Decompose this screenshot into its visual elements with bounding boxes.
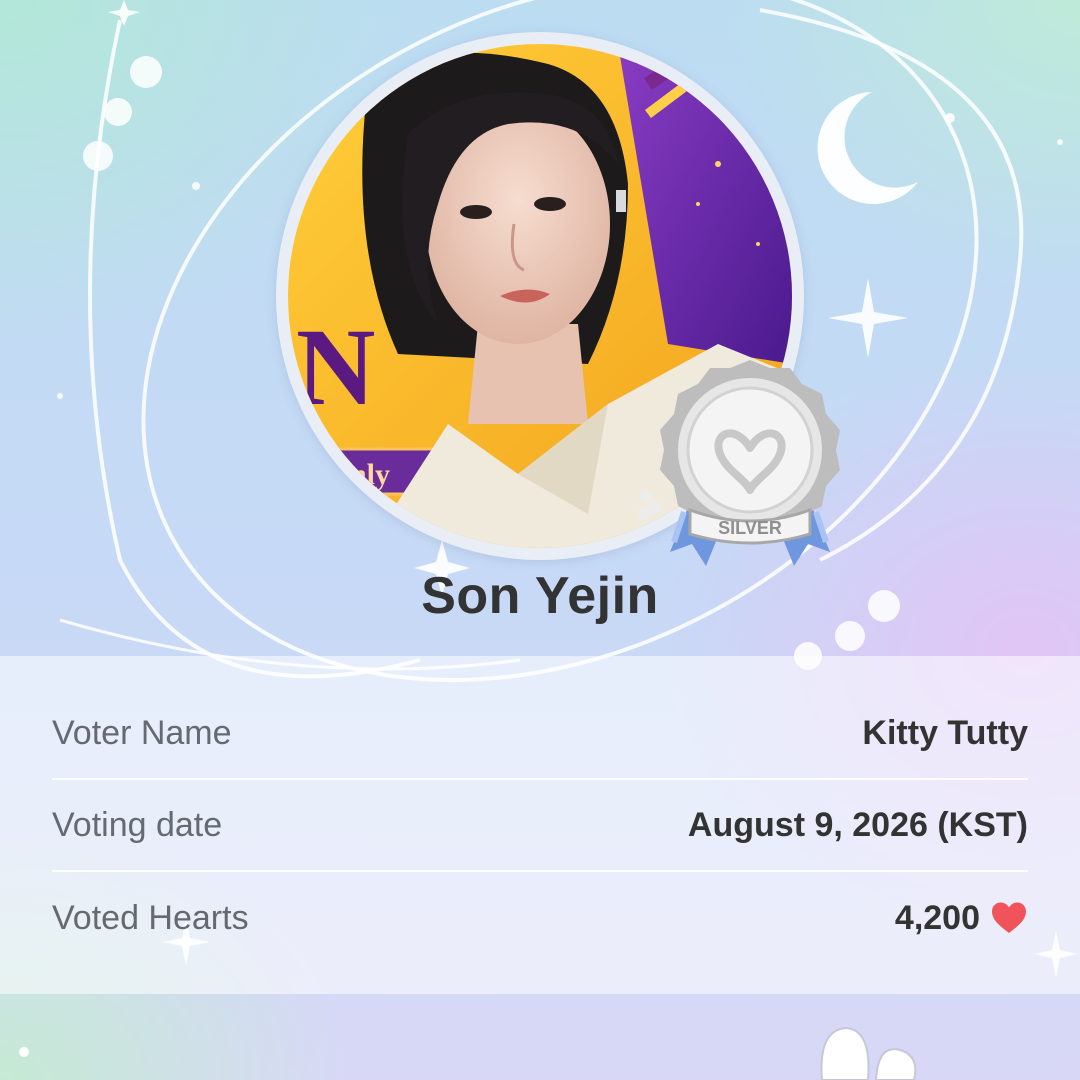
heart-icon: [992, 902, 1026, 933]
voter-name-row: Voter Name Kitty Tutty: [52, 688, 1028, 780]
voting-date-label: Voting date: [52, 805, 223, 844]
voting-date-value: August 9, 2026 (KST): [687, 805, 1028, 844]
vote-details-panel: Voter Name Kitty Tutty Voting date Augus…: [0, 656, 1080, 994]
voted-hearts-value: 4,200: [894, 898, 980, 937]
voter-name-value: Kitty Tutty: [862, 713, 1028, 752]
svg-text:N: N: [296, 306, 375, 428]
bunny-ears-icon: [19, 1026, 917, 1080]
silver-medal-icon: SILVER: [660, 360, 840, 566]
voting-date-row: Voting date August 9, 2026 (KST): [52, 780, 1028, 872]
artist-name: Son Yejin: [421, 567, 659, 625]
voted-hearts-value-group: 4,200: [895, 899, 1028, 938]
moon-icon: [817, 92, 918, 204]
voted-hearts-row: Voted Hearts 4,200: [52, 872, 1028, 964]
voted-hearts-label: Voted Hearts: [52, 898, 249, 937]
voter-name-label: Voter Name: [52, 713, 232, 752]
svg-text:nly: nly: [350, 458, 390, 491]
svg-text:SILVER: SILVER: [718, 518, 782, 538]
